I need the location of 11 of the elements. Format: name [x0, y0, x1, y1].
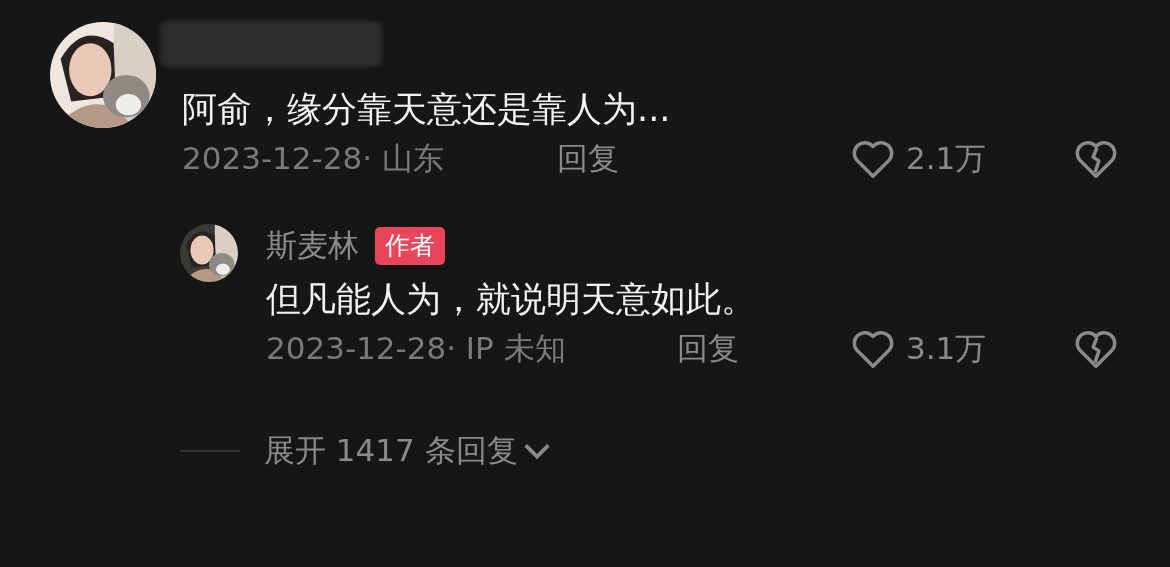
comment-text: 但凡能人为，就说明天意如此。 [266, 278, 757, 321]
like-button[interactable]: 2.1万 [850, 137, 987, 181]
expand-replies-button[interactable]: 展开 1417 条回复 [264, 430, 554, 472]
reply-button[interactable]: 回复 [557, 138, 619, 180]
date-location: 2023-12-28· 山东 [182, 139, 444, 178]
reply-button[interactable]: 回复 [677, 328, 739, 370]
author-badge: 作者 [375, 227, 445, 265]
author-name[interactable]: 斯麦林 [266, 225, 359, 267]
comment-text: 阿俞，缘分靠天意还是靠人为... [182, 88, 672, 131]
date-location: 2023-12-28· IP 未知 [266, 329, 566, 368]
like-button[interactable]: 3.1万 [850, 327, 987, 371]
